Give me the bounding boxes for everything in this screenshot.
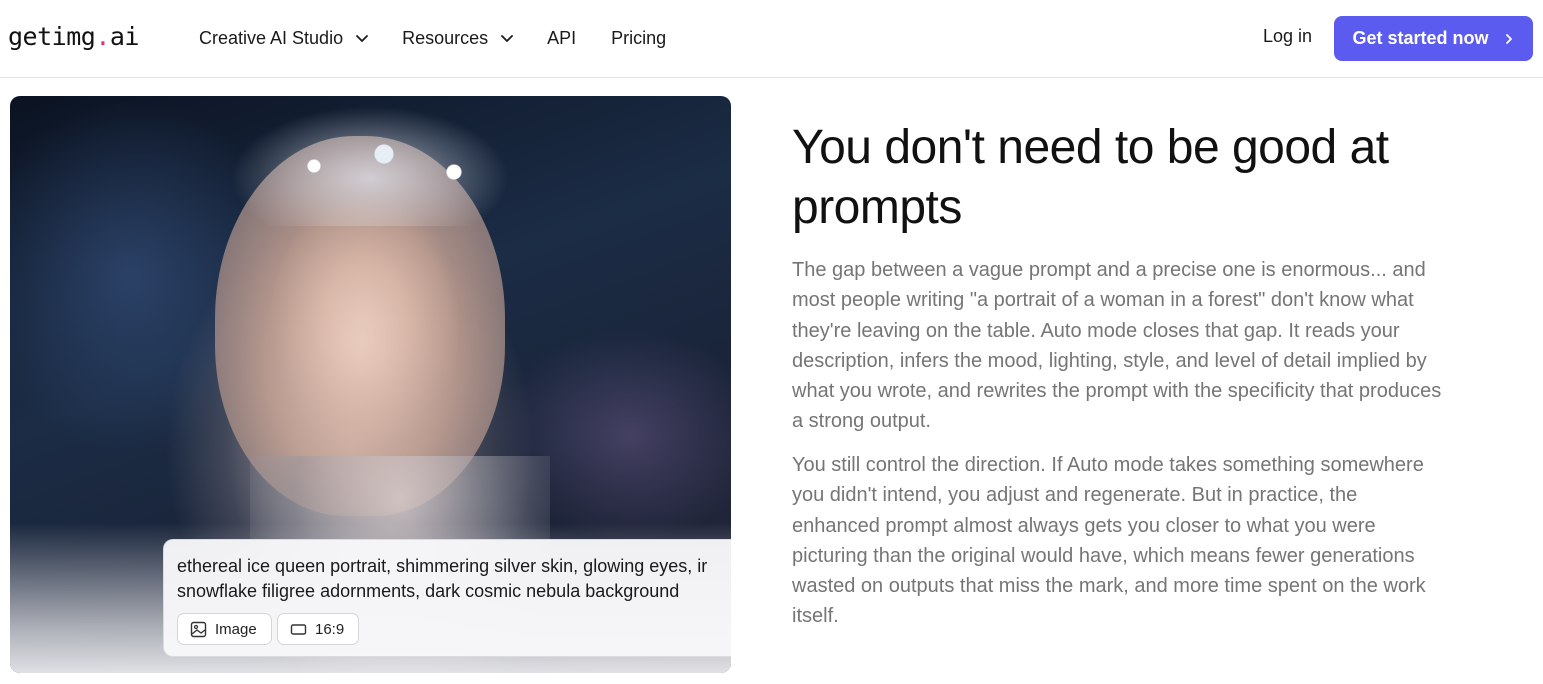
type-chip-label: Image — [215, 620, 257, 638]
snowflake-crown — [230, 106, 510, 226]
nav-item-label: Resources — [402, 27, 489, 48]
image-icon — [190, 621, 207, 637]
aspect-ratio-label: 16:9 — [315, 620, 345, 638]
prompt-line-1: ethereal ice queen portrait, shimmering … — [177, 556, 708, 576]
get-started-button[interactable]: Get started now — [1334, 16, 1533, 61]
site-header: getimg.ai Creative AI Studio Resources A… — [0, 0, 1543, 78]
nav-item-label: Pricing — [611, 27, 667, 48]
nav-item-creative-ai-studio[interactable]: Creative AI Studio — [199, 28, 369, 49]
type-chip[interactable]: Image — [177, 613, 272, 645]
chevron-right-icon — [1505, 33, 1512, 44]
logo-dot: . — [95, 22, 110, 51]
prompt-card: ethereal ice queen portrait, shimmering … — [163, 539, 731, 657]
nav-item-pricing[interactable]: Pricing — [611, 28, 666, 49]
aspect-ratio-chip[interactable]: 16:9 — [277, 613, 359, 645]
section-headline: You don't need to be good at prompts — [792, 121, 1389, 234]
nav-item-label: Creative AI Studio — [199, 27, 344, 48]
get-started-label: Get started now — [1352, 28, 1489, 48]
prompt-line-2: snowflake filigree adornments, dark cosm… — [177, 581, 680, 601]
chevron-down-icon — [356, 35, 368, 42]
aspect-ratio-icon — [290, 623, 307, 635]
main-nav: Creative AI Studio Resources API Pricing — [199, 0, 701, 76]
prompt-text: ethereal ice queen portrait, shimmering … — [177, 554, 731, 604]
login-link[interactable]: Log in — [1263, 26, 1312, 47]
nav-item-label: API — [547, 27, 577, 48]
body-paragraph-2: You still control the direction. If Auto… — [792, 454, 1426, 628]
body-paragraph-1: The gap between a vague prompt and a pre… — [792, 259, 1442, 433]
logo-main: getimg — [8, 22, 96, 51]
logo[interactable]: getimg.ai — [8, 22, 139, 51]
chevron-down-icon — [501, 35, 514, 42]
nav-item-resources[interactable]: Resources — [402, 28, 514, 49]
nav-item-api[interactable]: API — [547, 28, 576, 49]
logo-suffix: ai — [109, 22, 140, 51]
